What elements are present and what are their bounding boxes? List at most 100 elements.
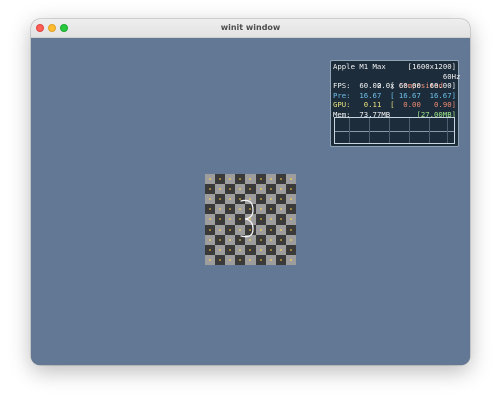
checker-cell — [255, 194, 266, 205]
cell-marker — [289, 238, 292, 241]
cell-marker — [239, 208, 242, 211]
cell-marker — [249, 188, 252, 191]
hud-pre-value: 16.67 — [359, 90, 382, 100]
hud-gpu-value: 0.11 — [363, 100, 382, 110]
cell-marker — [209, 238, 212, 241]
checker-cell — [285, 174, 296, 185]
hud-graph-tick — [369, 118, 370, 143]
checker-cell — [225, 214, 236, 225]
cell-marker — [239, 178, 242, 181]
cell-marker — [229, 218, 232, 221]
hud-fps-value: 60.00 — [359, 81, 382, 91]
window-title: winit window — [220, 23, 281, 32]
cell-marker — [229, 208, 232, 211]
cell-marker — [269, 208, 272, 211]
checker-cell — [245, 234, 256, 245]
hud-fps-range: [ 60.00 60.00] — [390, 81, 456, 91]
title-bar[interactable]: winit window — [31, 19, 470, 38]
checker-cell — [275, 224, 286, 235]
checker-cell — [215, 224, 226, 235]
checker-cell — [245, 214, 256, 225]
checker-cell — [235, 174, 246, 185]
checker-cell — [225, 224, 236, 235]
cell-marker — [219, 238, 222, 241]
checker-cell — [275, 214, 286, 225]
checker-cell — [285, 184, 296, 195]
cell-marker — [219, 188, 222, 191]
checker-cell — [285, 224, 296, 235]
checker-cell — [215, 214, 226, 225]
checker-cell — [245, 244, 256, 255]
hud-fps-label: FPS: — [333, 81, 351, 91]
checker-cell — [205, 204, 216, 215]
hud-gpu-row: GPU: 0.11 [ 0.00 0.90] — [333, 100, 456, 110]
cell-marker — [249, 178, 252, 181]
cell-marker — [289, 188, 292, 191]
cell-marker — [209, 198, 212, 201]
cell-marker — [269, 178, 272, 181]
checker-cell — [255, 204, 266, 215]
cell-marker — [209, 188, 212, 191]
performance-hud: Apple M1 Max [1600x1200] 2.0x Composited… — [330, 60, 461, 147]
cell-marker — [219, 218, 222, 221]
hud-mode-row: 2.0x Composited 60Hz — [333, 72, 461, 91]
cell-marker — [219, 208, 222, 211]
checker-cell — [235, 244, 246, 255]
cell-marker — [229, 228, 232, 231]
checkerboard-scene — [205, 174, 296, 265]
cell-marker — [229, 258, 232, 261]
hud-pre-row: Pre: 16.67 [ 16.67 16.67] — [333, 91, 456, 101]
cell-marker — [269, 248, 272, 251]
cell-marker — [229, 248, 232, 251]
checker-cell — [235, 234, 246, 245]
checker-cell — [235, 214, 246, 225]
hud-device-name: Apple M1 Max — [333, 62, 386, 71]
checker-cell — [255, 234, 266, 245]
checker-cell — [285, 194, 296, 205]
cell-marker — [269, 258, 272, 261]
checker-cell — [275, 174, 286, 185]
render-canvas[interactable]: Apple M1 Max [1600x1200] 2.0x Composited… — [31, 38, 470, 365]
hud-pre-range: [ 16.67 16.67] — [390, 90, 456, 100]
cell-marker — [209, 178, 212, 181]
hud-graph-tick — [389, 118, 390, 143]
cell-marker — [279, 248, 282, 251]
cell-marker — [249, 208, 252, 211]
checker-cell — [245, 204, 256, 215]
checker-cell — [275, 244, 286, 255]
cell-marker — [269, 238, 272, 241]
cell-marker — [269, 188, 272, 191]
cell-marker — [219, 228, 222, 231]
cell-marker — [229, 188, 232, 191]
cell-marker — [239, 188, 242, 191]
checker-cell — [245, 254, 256, 265]
checker-cell — [285, 204, 296, 215]
cell-marker — [259, 248, 262, 251]
checker-cell — [265, 234, 276, 245]
checker-cell — [245, 224, 256, 235]
checker-cell — [205, 194, 216, 205]
cell-marker — [279, 258, 282, 261]
checker-cell — [235, 254, 246, 265]
cell-marker — [289, 178, 292, 181]
checker-cell — [225, 184, 236, 195]
hud-graph-tick — [447, 118, 448, 143]
checker-cell — [245, 184, 256, 195]
cell-marker — [219, 248, 222, 251]
cell-marker — [249, 228, 252, 231]
checker-cell — [225, 204, 236, 215]
checker-cell — [205, 214, 216, 225]
hud-gpu-min: 0.00 — [403, 100, 421, 110]
checker-cell — [245, 194, 256, 205]
cell-marker — [239, 198, 242, 201]
checker-cell — [255, 214, 266, 225]
cell-marker — [239, 258, 242, 261]
checker-cell — [285, 234, 296, 245]
checker-cell — [215, 194, 226, 205]
cell-marker — [259, 208, 262, 211]
cell-marker — [279, 198, 282, 201]
checker-cell — [205, 174, 216, 185]
checker-cell — [275, 194, 286, 205]
cell-marker — [229, 178, 232, 181]
checker-cell — [265, 194, 276, 205]
